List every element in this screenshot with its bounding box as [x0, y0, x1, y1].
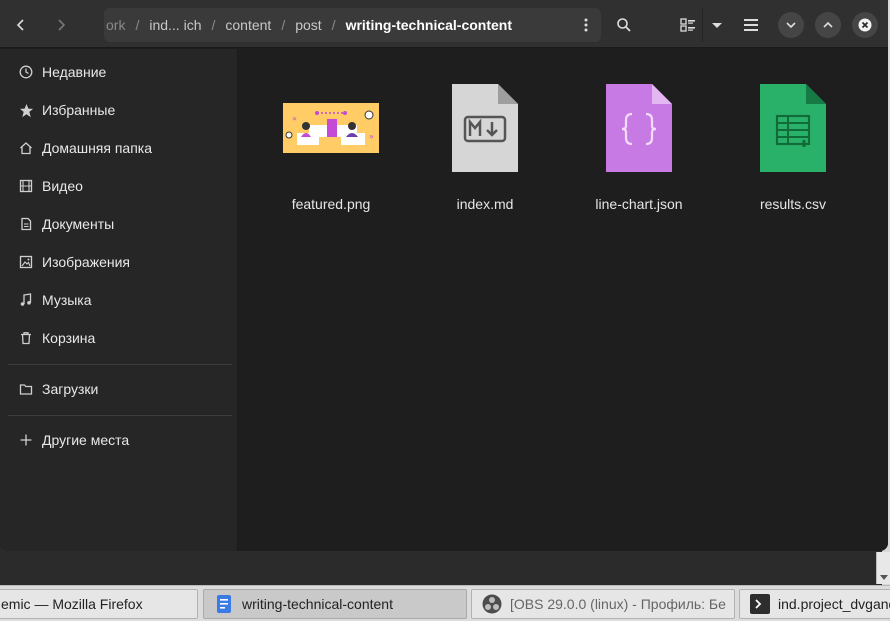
- sidebar-item-label: Видео: [42, 178, 83, 194]
- path-menu-icon: [584, 18, 588, 32]
- search-button[interactable]: [610, 8, 638, 42]
- sidebar-item-other-locations[interactable]: Другие места: [0, 421, 238, 459]
- crumb-1[interactable]: ind... ich: [139, 17, 211, 33]
- search-icon: [617, 18, 631, 32]
- files-icon: [214, 594, 234, 614]
- sidebar-divider: [8, 364, 232, 365]
- sidebar-item-label: Музыка: [42, 292, 92, 308]
- sidebar-item-label: Загрузки: [42, 381, 99, 397]
- main-menu-icon: [744, 19, 758, 31]
- view-toggle-button[interactable]: [674, 8, 702, 42]
- home-icon: [18, 140, 34, 156]
- json-file-icon: [574, 69, 704, 187]
- sidebar-item-downloads[interactable]: Загрузки: [0, 370, 238, 408]
- file-name: results.csv: [759, 196, 827, 212]
- svg-text:»: »: [292, 114, 297, 123]
- document-icon: [18, 216, 34, 232]
- main-menu-button[interactable]: [737, 8, 765, 42]
- file-view: » » featured.png index.md line-chart.jso…: [239, 49, 888, 551]
- sidebar-item-label: Домашняя папка: [42, 140, 153, 156]
- spreadsheet-file-icon: [728, 69, 858, 187]
- file-item[interactable]: index.md: [420, 69, 550, 212]
- sidebar-item-label: Другие места: [42, 432, 130, 448]
- sidebar-item-music[interactable]: Музыка: [0, 281, 238, 319]
- file-manager-window: ork / ind... ich / content / post / writ…: [0, 0, 888, 551]
- forward-button[interactable]: [44, 8, 78, 42]
- markdown-file-icon: [420, 69, 550, 187]
- svg-text:»: »: [369, 132, 374, 141]
- file-item[interactable]: line-chart.json: [574, 69, 704, 212]
- taskbar-item-obs[interactable]: [OBS 29.0.0 (linux) - Профиль: Бе: [471, 589, 735, 619]
- taskbar-item-label: emic — Mozilla Firefox: [1, 596, 143, 612]
- sidebar-divider: [8, 415, 232, 416]
- sidebar-item-trash[interactable]: Корзина: [0, 319, 238, 357]
- minimize-icon: [786, 22, 796, 29]
- background-scrollbar[interactable]: [876, 552, 890, 584]
- file-name: line-chart.json: [595, 196, 683, 212]
- file-name: index.md: [456, 196, 514, 212]
- close-icon: [858, 18, 872, 32]
- view-dropdown-button[interactable]: [702, 8, 730, 42]
- path-menu-button[interactable]: [577, 16, 595, 34]
- taskbar-item-terminal[interactable]: ind.project_dvgand: [739, 589, 890, 619]
- image-thumbnail: » »: [266, 69, 396, 187]
- file-name: featured.png: [291, 196, 371, 212]
- taskbar-item-label: writing-technical-content: [242, 596, 393, 612]
- sidebar-item-label: Избранные: [42, 102, 116, 118]
- taskbar-item-files[interactable]: writing-technical-content: [203, 589, 467, 619]
- view-toggle-icon: [680, 18, 695, 32]
- headerbar: ork / ind... ich / content / post / writ…: [0, 0, 888, 48]
- plus-icon: [18, 432, 34, 448]
- obs-icon: [482, 594, 502, 614]
- taskbar: emic — Mozilla Firefox writing-technical…: [0, 585, 890, 621]
- forward-icon: [58, 19, 66, 31]
- crumb-0[interactable]: ork: [104, 17, 135, 33]
- taskbar-item-label: ind.project_dvgand: [778, 596, 890, 612]
- sidebar-item-documents[interactable]: Документы: [0, 205, 238, 243]
- back-icon: [16, 19, 24, 31]
- file-item[interactable]: results.csv: [728, 69, 858, 212]
- view-dropdown-icon: [711, 23, 722, 28]
- back-button[interactable]: [4, 8, 38, 42]
- maximize-icon: [823, 21, 833, 28]
- star-icon: [18, 102, 34, 118]
- crumb-3[interactable]: post: [285, 17, 331, 33]
- minimize-button[interactable]: [778, 12, 804, 38]
- sidebar-item-pictures[interactable]: Изображения: [0, 243, 238, 281]
- path-bar: ork / ind... ich / content / post / writ…: [104, 8, 601, 42]
- sidebar: Недавние Избранные Домашняя папка Видео …: [0, 49, 238, 551]
- sidebar-item-label: Изображения: [42, 254, 130, 270]
- taskbar-item-label: [OBS 29.0.0 (linux) - Профиль: Бе: [510, 596, 726, 612]
- video-icon: [18, 178, 34, 194]
- taskbar-item-firefox[interactable]: emic — Mozilla Firefox: [0, 589, 198, 619]
- folder-icon: [18, 381, 34, 397]
- sidebar-item-home[interactable]: Домашняя папка: [0, 129, 238, 167]
- sidebar-item-label: Документы: [42, 216, 115, 232]
- crumb-current[interactable]: writing-technical-content: [336, 17, 522, 33]
- clock-icon: [18, 64, 34, 80]
- maximize-button[interactable]: [815, 12, 841, 38]
- music-icon: [18, 292, 34, 308]
- crumb-2[interactable]: content: [215, 17, 281, 33]
- terminal-icon: [750, 594, 770, 614]
- sidebar-item-recent[interactable]: Недавние: [0, 53, 238, 91]
- sidebar-item-video[interactable]: Видео: [0, 167, 238, 205]
- sidebar-item-label: Корзина: [42, 330, 96, 346]
- image-icon: [18, 254, 34, 270]
- close-button[interactable]: [852, 12, 878, 38]
- sidebar-item-label: Недавние: [42, 64, 107, 80]
- trash-icon: [18, 330, 34, 346]
- file-item[interactable]: » » featured.png: [266, 69, 396, 212]
- sidebar-item-starred[interactable]: Избранные: [0, 91, 238, 129]
